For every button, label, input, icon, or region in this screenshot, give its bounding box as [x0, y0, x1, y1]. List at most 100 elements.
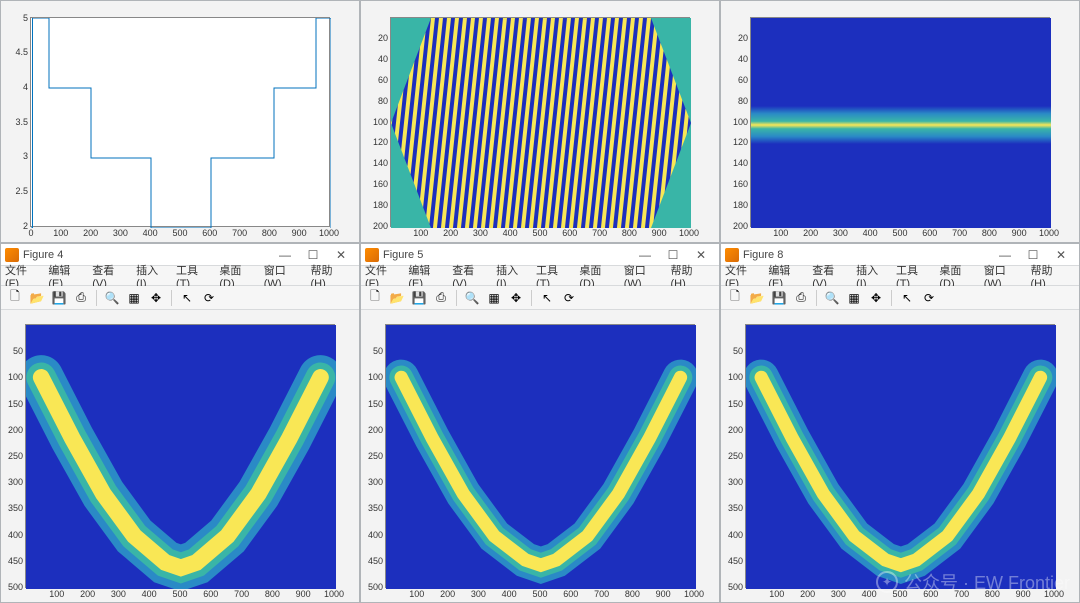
y-tick-label: 500: [368, 582, 386, 592]
pan-icon[interactable]: ✥: [866, 288, 886, 308]
u-curve-heatmap[interactable]: 1002003004005006007008009001000501001502…: [385, 324, 695, 588]
x-tick-label: 1000: [319, 226, 339, 238]
x-tick-label: 100: [49, 587, 64, 599]
y-tick-label: 100: [8, 372, 26, 382]
u-curve-heatmap[interactable]: 1002003004005006007008009001000501001502…: [25, 324, 335, 588]
x-tick-label: 100: [409, 587, 424, 599]
x-tick-label: 700: [234, 587, 249, 599]
zoom-in-icon[interactable]: 🔍: [462, 288, 482, 308]
y-tick-label: 500: [728, 582, 746, 592]
x-tick-label: 300: [113, 226, 128, 238]
x-tick-label: 600: [203, 587, 218, 599]
open-icon[interactable]: 📂: [387, 288, 407, 308]
x-tick-label: 1000: [1039, 226, 1059, 238]
band-heatmap[interactable]: 1002003004005006007008009001000204060801…: [750, 17, 1050, 227]
y-tick-label: 100: [368, 372, 386, 382]
u-curve-svg: [746, 325, 1056, 589]
figure-window-5: Figure 5 — ☐ ✕文件(F)编辑(E)查看(V)插入(I)工具(T)桌…: [360, 243, 720, 603]
y-tick-label: 160: [373, 179, 391, 189]
x-tick-label: 300: [831, 587, 846, 599]
x-tick-label: 800: [262, 226, 277, 238]
rotate-icon[interactable]: ⟳: [559, 288, 579, 308]
menu-bar: 文件(F)编辑(E)查看(V)插入(I)工具(T)桌面(D)窗口(W)帮助(H): [1, 266, 359, 286]
window-grid: 0100200300400500600700800900100022.533.5…: [0, 0, 1080, 603]
rotate-icon[interactable]: ⟳: [199, 288, 219, 308]
plot-area: 1002003004005006007008009001000204060801…: [721, 1, 1079, 242]
window-title: Figure 8: [743, 249, 783, 261]
top-plot-3: 1002003004005006007008009001000204060801…: [720, 0, 1080, 243]
app-icon: [725, 248, 739, 262]
x-tick-label: 300: [111, 587, 126, 599]
x-tick-label: 900: [1012, 226, 1027, 238]
x-tick-label: 600: [202, 226, 217, 238]
line-axes[interactable]: 0100200300400500600700800900100022.533.5…: [30, 17, 330, 227]
y-tick-label: 400: [368, 530, 386, 540]
open-icon[interactable]: 📂: [27, 288, 47, 308]
y-tick-label: 250: [8, 451, 26, 461]
top-plot-1: 0100200300400500600700800900100022.533.5…: [0, 0, 360, 243]
save-icon[interactable]: 💾: [409, 288, 429, 308]
plot-area: 1002003004005006007008009001000204060801…: [361, 1, 719, 242]
y-tick-label: 250: [368, 451, 386, 461]
figure-window-8: Figure 8 — ☐ ✕文件(F)编辑(E)查看(V)插入(I)工具(T)桌…: [720, 243, 1080, 603]
top-plot-2: 1002003004005006007008009001000204060801…: [360, 0, 720, 243]
separator-icon: [171, 290, 172, 306]
pan-icon[interactable]: ✥: [506, 288, 526, 308]
separator-icon: [891, 290, 892, 306]
y-tick-label: 80: [738, 96, 751, 106]
fringe-heatmap[interactable]: 1002003004005006007008009001000204060801…: [390, 17, 690, 227]
y-tick-label: 2.5: [15, 186, 31, 196]
x-tick-label: 600: [563, 587, 578, 599]
open-icon[interactable]: 📂: [747, 288, 767, 308]
y-tick-label: 50: [13, 346, 26, 356]
y-tick-label: 400: [728, 530, 746, 540]
pointer-icon[interactable]: ↖: [177, 288, 197, 308]
x-tick-label: 500: [532, 226, 547, 238]
print-icon[interactable]: ⎙: [71, 288, 91, 308]
toolbar: 🗋📂💾⎙ 🔍▦✥ ↖⟳: [1, 286, 359, 310]
x-tick-label: 100: [773, 226, 788, 238]
x-tick-label: 400: [142, 587, 157, 599]
x-tick-label: 300: [471, 587, 486, 599]
save-icon[interactable]: 💾: [49, 288, 69, 308]
print-icon[interactable]: ⎙: [431, 288, 451, 308]
separator-icon: [96, 290, 97, 306]
figure-window-4: Figure 4 — ☐ ✕文件(F)编辑(E)查看(V)插入(I)工具(T)桌…: [0, 243, 360, 603]
u-curve-heatmap[interactable]: 1002003004005006007008009001000501001502…: [745, 324, 1055, 588]
x-tick-label: 400: [863, 226, 878, 238]
y-tick-label: 50: [373, 346, 386, 356]
y-tick-label: 200: [728, 425, 746, 435]
y-tick-label: 20: [738, 33, 751, 43]
fringe-pattern: [391, 18, 691, 228]
x-tick-label: 100: [769, 587, 784, 599]
y-tick-label: 160: [733, 179, 751, 189]
x-tick-label: 800: [985, 587, 1000, 599]
y-tick-label: 100: [728, 372, 746, 382]
app-icon: [365, 248, 379, 262]
data-cursor-icon[interactable]: ▦: [844, 288, 864, 308]
y-tick-label: 200: [373, 221, 391, 231]
y-tick-label: 60: [738, 75, 751, 85]
plot-area: 1002003004005006007008009001000501001502…: [1, 310, 359, 602]
new-file-icon[interactable]: 🗋: [5, 288, 25, 308]
y-tick-label: 120: [733, 137, 751, 147]
new-file-icon[interactable]: 🗋: [725, 288, 745, 308]
pointer-icon[interactable]: ↖: [537, 288, 557, 308]
plot-area: 1002003004005006007008009001000501001502…: [721, 310, 1079, 602]
new-file-icon[interactable]: 🗋: [365, 288, 385, 308]
zoom-in-icon[interactable]: 🔍: [102, 288, 122, 308]
pan-icon[interactable]: ✥: [146, 288, 166, 308]
pointer-icon[interactable]: ↖: [897, 288, 917, 308]
data-cursor-icon[interactable]: ▦: [124, 288, 144, 308]
y-tick-label: 200: [368, 425, 386, 435]
y-tick-label: 100: [733, 117, 751, 127]
x-tick-label: 900: [292, 226, 307, 238]
print-icon[interactable]: ⎙: [791, 288, 811, 308]
y-tick-label: 20: [378, 33, 391, 43]
zoom-in-icon[interactable]: 🔍: [822, 288, 842, 308]
x-tick-label: 700: [232, 226, 247, 238]
x-tick-label: 200: [800, 587, 815, 599]
rotate-icon[interactable]: ⟳: [919, 288, 939, 308]
data-cursor-icon[interactable]: ▦: [484, 288, 504, 308]
save-icon[interactable]: 💾: [769, 288, 789, 308]
